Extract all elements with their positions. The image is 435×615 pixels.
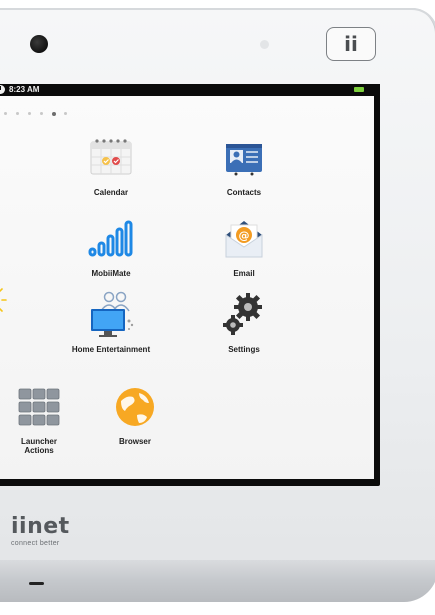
brand-name: iinet: [11, 514, 70, 539]
app-calendar[interactable]: Calendar: [66, 132, 156, 197]
app-mobiimate[interactable]: MobiiMate: [66, 213, 156, 278]
home-entertainment-icon: [91, 291, 134, 337]
calendar-icon: [90, 139, 132, 175]
weather-sun-icon[interactable]: [0, 286, 10, 314]
app-label-home-entertainment: Home Entertainment: [71, 345, 151, 354]
home-screen: Calendar Contacts MobiiMate @ Email Home…: [0, 96, 374, 479]
app-label-mobiimate: MobiiMate: [91, 269, 131, 278]
page-dot[interactable]: [40, 112, 43, 115]
brand-tagline: connect better: [11, 540, 60, 547]
clock-icon: [0, 85, 5, 94]
page-dot[interactable]: [28, 112, 31, 115]
app-label-settings: Settings: [228, 345, 260, 354]
gears-icon: [223, 293, 262, 335]
app-contacts[interactable]: Contacts: [199, 132, 289, 197]
app-settings[interactable]: Settings: [199, 289, 289, 354]
tablet-base: [0, 560, 435, 602]
app-label-launcher-actions: Launcher Actions: [20, 437, 57, 456]
light-sensor: [260, 40, 269, 49]
device-photo: ii 8:23 AM Calendar Contacts MobiiMate @…: [0, 0, 435, 615]
page-dot[interactable]: [16, 112, 19, 115]
svg-text:@: @: [239, 229, 250, 242]
app-label-calendar: Calendar: [93, 188, 129, 197]
status-bar: 8:23 AM: [0, 84, 380, 96]
email-icon: @: [225, 221, 263, 258]
grid-icon: [18, 388, 60, 426]
app-launcher-actions[interactable]: Launcher Actions: [0, 381, 84, 455]
signal-bars-icon: [88, 220, 133, 257]
camera-icon: [30, 35, 48, 53]
speaker-slot: [29, 582, 44, 585]
contacts-icon: [226, 144, 262, 176]
app-label-browser: Browser: [118, 437, 151, 446]
app-email[interactable]: @ Email: [199, 213, 289, 278]
app-home-entertainment[interactable]: Home Entertainment: [66, 289, 156, 354]
page-dot[interactable]: [4, 112, 7, 115]
battery-icon: [354, 87, 364, 92]
home-button[interactable]: ii: [326, 27, 376, 61]
globe-icon: [116, 388, 154, 426]
page-dot[interactable]: [64, 112, 67, 115]
app-label-email: Email: [233, 269, 255, 278]
status-time: 8:23 AM: [9, 85, 40, 94]
page-dot-active[interactable]: [52, 111, 56, 116]
app-browser[interactable]: Browser: [90, 381, 180, 446]
app-label-contacts: Contacts: [226, 188, 262, 197]
brand-logo: iinet connect better: [11, 514, 70, 548]
